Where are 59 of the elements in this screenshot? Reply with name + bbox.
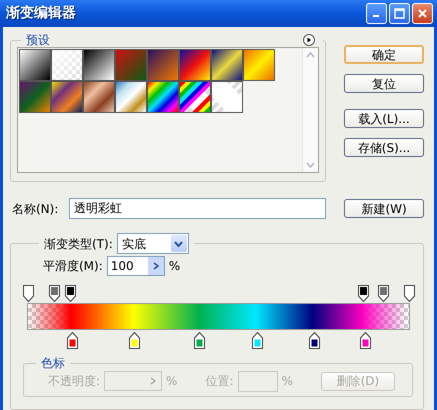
opacity-stop[interactable] — [378, 285, 389, 302]
menu-icon[interactable] — [303, 34, 315, 46]
maximize-button[interactable] — [389, 3, 410, 24]
field-label: 位置: — [205, 373, 234, 390]
scroll-down-icon — [306, 162, 315, 168]
gradient-swatch[interactable] — [211, 49, 243, 82]
maximize-icon — [394, 8, 405, 19]
color-stop[interactable] — [308, 332, 320, 350]
close-icon — [417, 8, 428, 19]
gradient-swatch[interactable] — [83, 49, 115, 82]
color-stop[interactable] — [67, 332, 78, 350]
stepper-button[interactable] — [148, 257, 164, 276]
gradient-swatch[interactable] — [243, 49, 275, 82]
scrollbar[interactable] — [302, 48, 318, 172]
scroll-up-icon — [306, 52, 315, 58]
dialog-button[interactable]: 复位 — [344, 74, 424, 93]
unit-label: % — [168, 258, 180, 276]
gradient-swatch[interactable] — [115, 49, 147, 82]
new-button[interactable]: 新建(W) — [344, 199, 424, 218]
gradient-swatch[interactable] — [51, 49, 83, 82]
gradient-swatch[interactable] — [179, 49, 211, 82]
gradient-swatch[interactable] — [51, 81, 83, 114]
field-label: 渐变类型(T): — [44, 236, 113, 252]
gradient-swatch[interactable] — [211, 81, 243, 114]
opacity-stop[interactable] — [64, 285, 76, 302]
gradient-swatch[interactable] — [147, 81, 179, 114]
dialog-button[interactable]: 存储(S)... — [344, 138, 424, 157]
window-title: 渐变编辑器 — [6, 4, 77, 23]
field-label: 平滑度(M): — [43, 258, 103, 276]
dialog-button[interactable]: 载入(L)... — [344, 109, 424, 128]
color-stop[interactable] — [360, 332, 371, 350]
gradient-swatch[interactable] — [147, 49, 179, 82]
opacity-stop[interactable] — [358, 285, 370, 302]
dropdown-value: 实底 — [122, 236, 146, 252]
spin-box[interactable]: 100 — [106, 256, 165, 276]
group-label: 预设 — [26, 33, 50, 48]
caret-icon — [174, 240, 184, 247]
opacity-stop[interactable] — [22, 285, 34, 302]
name-field[interactable]: 透明彩虹 — [68, 198, 326, 220]
type-dropdown[interactable]: 实底 — [116, 233, 189, 254]
opacity-stop[interactable] — [404, 285, 415, 302]
color-stop[interactable] — [252, 332, 263, 350]
group-label: 色标 — [41, 356, 65, 370]
opacity-stop[interactable] — [48, 285, 60, 302]
close-button[interactable] — [412, 3, 433, 24]
unit-label: % — [282, 373, 293, 390]
minimize-button[interactable] — [366, 3, 387, 24]
dialog-button[interactable]: 确定 — [344, 45, 424, 64]
color-stop[interactable] — [194, 332, 206, 350]
gradient-swatch[interactable] — [115, 81, 147, 114]
field-label: 名称(N): — [11, 200, 60, 218]
gradient-swatch[interactable] — [179, 81, 211, 114]
smoothness-field[interactable]: 100 — [108, 257, 148, 276]
color-stop[interactable] — [128, 332, 140, 350]
unit-label: % — [166, 373, 178, 390]
field-label: 不透明度: — [48, 373, 100, 390]
gradient-swatch[interactable] — [19, 81, 51, 114]
gradient-swatch[interactable] — [19, 49, 51, 82]
gradient-swatch[interactable] — [83, 81, 115, 114]
